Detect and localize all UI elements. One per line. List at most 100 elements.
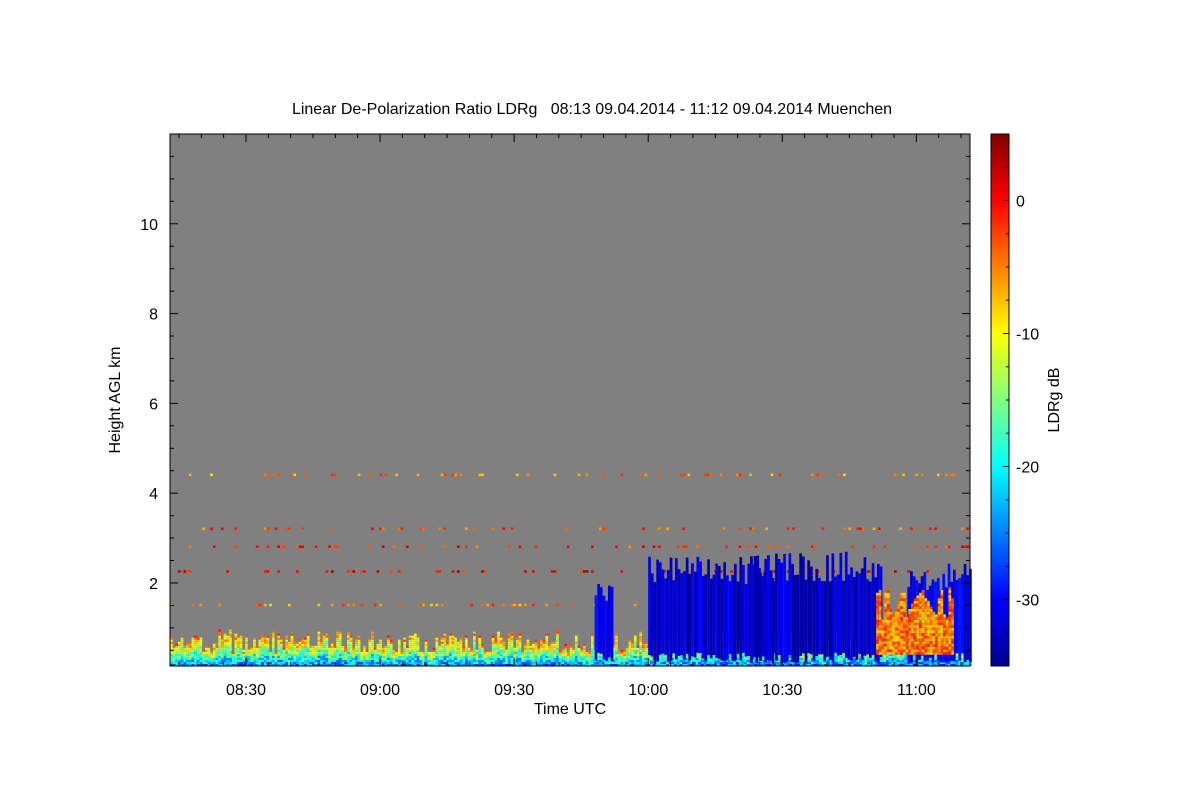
boundary-layer-cell — [524, 659, 527, 662]
boundary-layer-cell — [497, 653, 500, 656]
boundary-layer-cell — [478, 649, 482, 652]
speckle-cell — [352, 603, 355, 607]
boundary-layer-cell — [633, 657, 637, 660]
boundary-layer-cell — [271, 655, 275, 658]
boundary-layer-cell — [336, 647, 339, 650]
speckle-cell — [738, 527, 742, 530]
high-ldr-cell — [948, 595, 952, 599]
high-ldr-cell — [945, 630, 949, 634]
boundary-layer-cell — [894, 655, 897, 658]
boundary-layer-cell — [459, 657, 463, 660]
boundary-layer-cell — [591, 662, 594, 664]
boundary-layer-cell — [529, 651, 532, 654]
high-ldr-cell — [886, 614, 890, 618]
boundary-layer-cell — [199, 647, 203, 650]
boundary-layer-cell — [628, 655, 632, 658]
boundary-layer-cell — [684, 662, 688, 664]
boundary-layer-cell — [451, 651, 455, 654]
boundary-layer-cell — [644, 649, 648, 652]
boundary-layer-cell — [904, 662, 908, 664]
speckle-cell — [381, 527, 385, 530]
boundary-layer-cell — [387, 643, 390, 646]
boundary-layer-cell — [261, 651, 264, 654]
speckle-cell — [478, 473, 482, 477]
boundary-layer-cell — [513, 649, 516, 652]
boundary-layer-cell — [317, 655, 321, 658]
boundary-layer-cell — [392, 657, 396, 660]
speckle-cell — [400, 527, 404, 530]
cloud-echo-cell — [726, 575, 729, 660]
high-ldr-cell — [916, 649, 920, 653]
boundary-layer-cell — [499, 639, 503, 642]
boundary-layer-cell — [220, 647, 224, 650]
boundary-layer-cell — [360, 655, 364, 658]
boundary-layer-cell — [899, 655, 903, 658]
boundary-layer-cell — [660, 659, 664, 662]
high-ldr-cell — [935, 617, 938, 620]
high-ldr-cell — [884, 595, 887, 599]
boundary-layer-cell — [215, 655, 219, 658]
boundary-layer-cell — [199, 645, 203, 648]
boundary-layer-cell — [381, 655, 385, 658]
boundary-layer-cell — [223, 651, 227, 654]
boundary-layer-cell — [231, 651, 235, 654]
boundary-layer-cell — [355, 641, 358, 644]
high-ldr-cell — [937, 635, 941, 639]
boundary-layer-cell — [204, 657, 208, 660]
boundary-layer-cell — [660, 655, 664, 658]
cloud-echo-cell — [855, 571, 859, 660]
boundary-layer-cell — [314, 653, 318, 656]
high-ldr-cell — [894, 609, 898, 612]
high-ldr-cell — [913, 600, 917, 604]
boundary-layer-cell — [574, 637, 578, 640]
high-ldr-cell — [929, 606, 933, 609]
speckle-cell — [183, 570, 187, 573]
boundary-layer-cell — [328, 662, 331, 664]
boundary-layer-cell — [899, 662, 903, 664]
high-ldr-cell — [937, 603, 941, 607]
boundary-layer-cell — [786, 662, 790, 664]
boundary-layer-cell — [218, 629, 221, 632]
boundary-layer-cell — [371, 637, 374, 640]
boundary-layer-cell — [505, 651, 508, 654]
boundary-layer-cell — [642, 643, 645, 646]
speckle-cell — [953, 473, 956, 477]
cloud-echo-cell — [871, 563, 875, 655]
high-ldr-cell — [937, 630, 941, 634]
boundary-layer-cell — [245, 649, 248, 652]
boundary-layer-cell — [368, 653, 372, 656]
high-ldr-cell — [905, 635, 909, 639]
boundary-layer-cell — [727, 659, 731, 662]
high-ldr-cell — [916, 598, 920, 601]
boundary-layer-cell — [414, 655, 417, 658]
boundary-layer-cell — [448, 643, 452, 646]
high-ldr-cell — [921, 609, 925, 612]
speckle-cell — [255, 545, 259, 548]
boundary-layer-cell — [574, 647, 578, 650]
high-ldr-cell — [937, 617, 941, 620]
boundary-layer-cell — [515, 651, 519, 654]
high-ldr-cell — [881, 625, 885, 628]
high-ldr-cell — [940, 630, 944, 634]
speckle-cell — [406, 545, 409, 548]
high-ldr-cell — [924, 598, 928, 601]
boundary-layer-cell — [497, 633, 500, 636]
boundary-layer-cell — [389, 647, 393, 650]
high-ldr-cell — [884, 611, 887, 615]
high-ldr-cell — [889, 635, 893, 639]
boundary-layer-cell — [489, 657, 492, 660]
boundary-layer-cell — [376, 643, 380, 646]
boundary-layer-cell — [550, 647, 554, 650]
boundary-layer-cell — [365, 655, 369, 658]
boundary-layer-cell — [473, 645, 476, 648]
high-ldr-cell — [919, 625, 922, 628]
boundary-layer-cell — [864, 662, 868, 664]
high-ldr-cell — [948, 598, 952, 601]
boundary-layer-cell — [347, 657, 350, 660]
cloud-echo-cell — [793, 575, 797, 663]
high-ldr-cell — [876, 633, 879, 636]
high-ldr-cell — [884, 598, 887, 601]
boundary-layer-cell — [277, 655, 280, 658]
boundary-layer-cell — [258, 659, 262, 662]
high-ldr-cell — [921, 595, 925, 599]
